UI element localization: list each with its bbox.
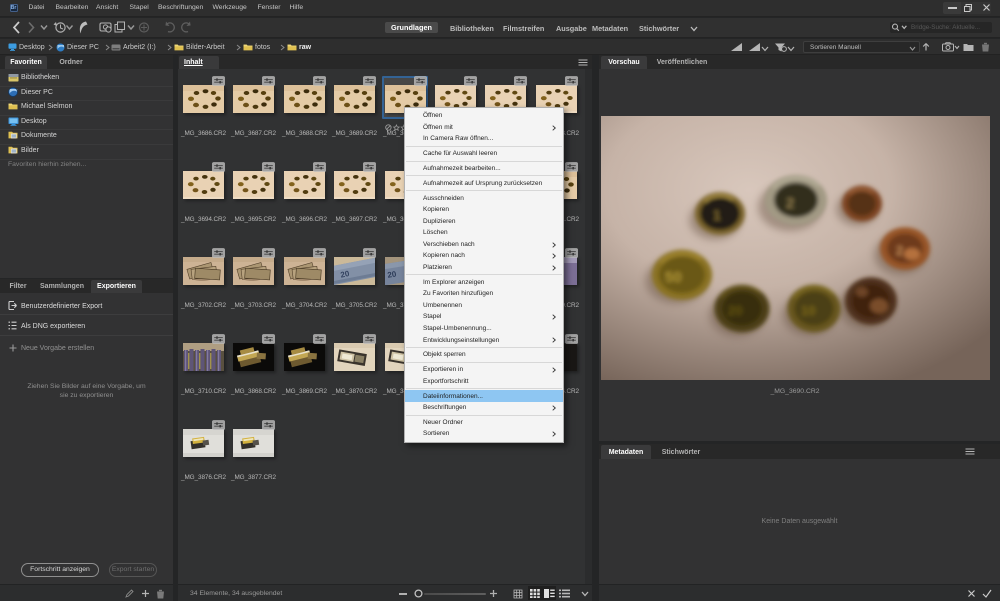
svg-text:2: 2 bbox=[896, 243, 903, 258]
svg-text:10: 10 bbox=[801, 303, 815, 318]
svg-text:20: 20 bbox=[728, 303, 742, 318]
svg-text:1: 1 bbox=[713, 207, 721, 223]
svg-text:2: 2 bbox=[786, 195, 794, 212]
svg-text:50: 50 bbox=[665, 269, 682, 286]
